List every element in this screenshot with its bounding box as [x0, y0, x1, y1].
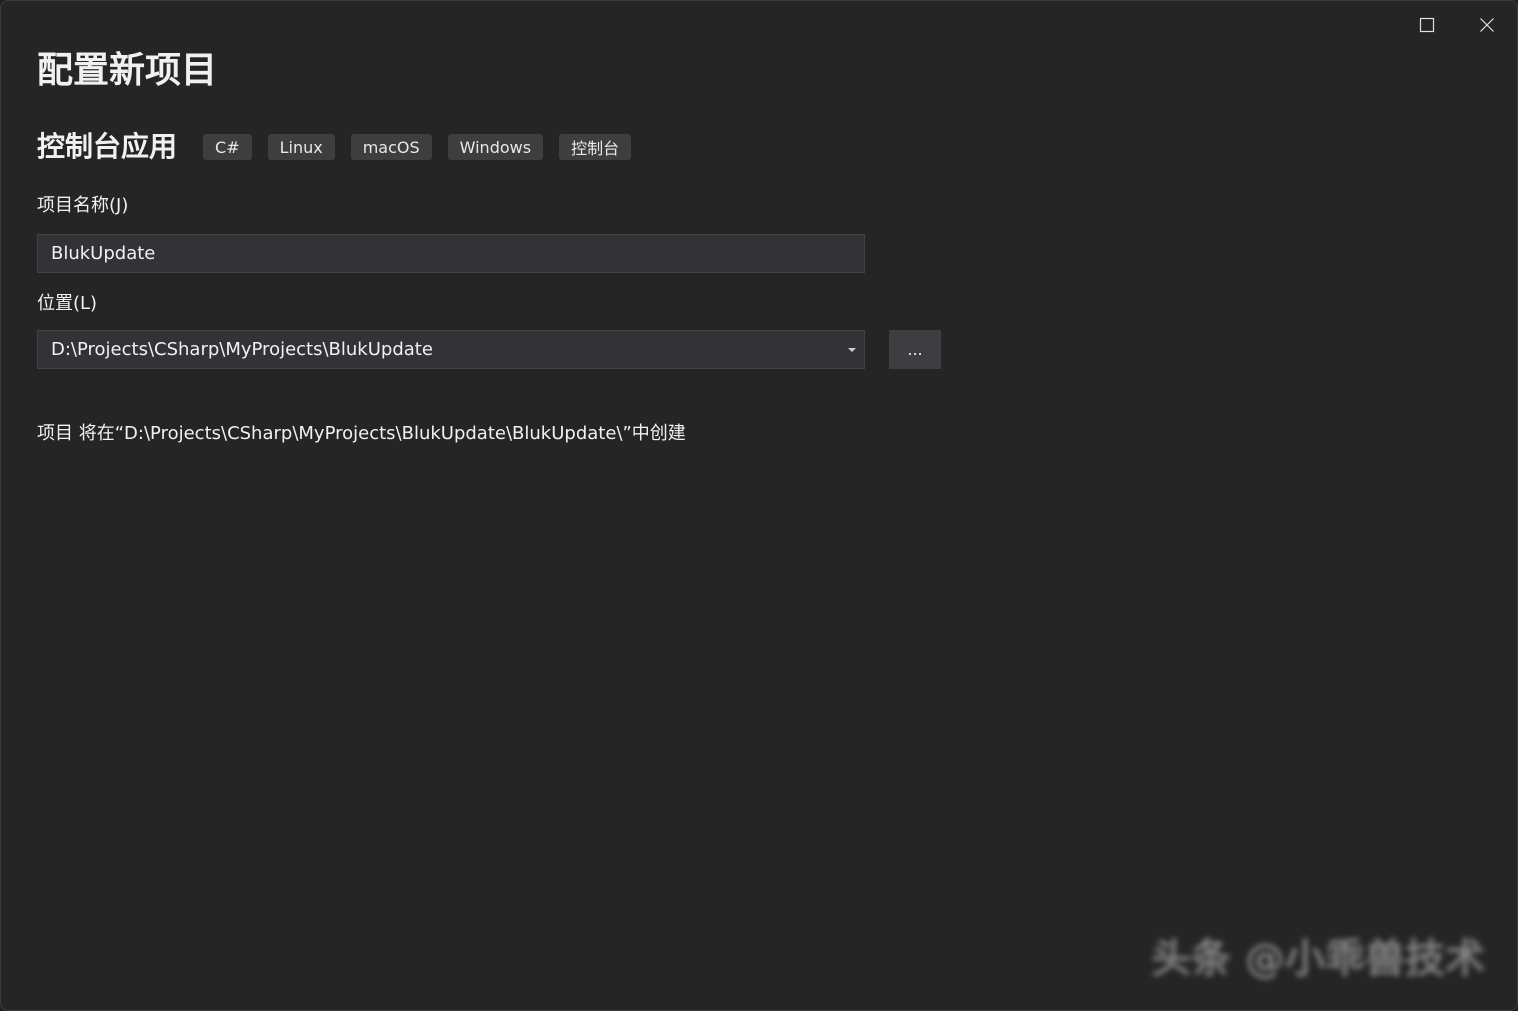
location-label: 位置(L): [37, 293, 98, 314]
tag-macos: macOS: [350, 134, 432, 160]
configure-project-dialog: 配置新项目 控制台应用 C# Linux macOS Windows 控制台 项…: [0, 0, 1518, 1011]
project-name-label: 项目名称(J): [37, 195, 129, 216]
close-button[interactable]: [1457, 1, 1517, 49]
project-name-input[interactable]: [37, 234, 865, 273]
tag-windows: Windows: [447, 134, 544, 160]
page-title: 配置新项目: [37, 50, 218, 91]
tag-console: 控制台: [559, 134, 632, 160]
maximize-button[interactable]: [1397, 1, 1457, 49]
tag-linux: Linux: [267, 134, 335, 160]
template-name: 控制台应用: [37, 130, 178, 163]
window-controls: [1397, 1, 1517, 49]
dropdown-arrow-icon[interactable]: [840, 331, 864, 368]
creation-path-info: 项目 将在“D:\Projects\CSharp\MyProjects\Bluk…: [37, 423, 686, 444]
location-value[interactable]: D:\Projects\CSharp\MyProjects\BlukUpdate: [38, 339, 840, 360]
template-header: 控制台应用 C# Linux macOS Windows 控制台: [37, 127, 647, 167]
browse-button[interactable]: ...: [889, 330, 941, 369]
tag-csharp: C#: [203, 134, 252, 160]
watermark: 头条 @小乖兽技术: [1151, 936, 1485, 982]
maximize-icon: [1419, 17, 1435, 33]
close-icon: [1479, 17, 1495, 33]
location-combobox[interactable]: D:\Projects\CSharp\MyProjects\BlukUpdate: [37, 330, 865, 369]
